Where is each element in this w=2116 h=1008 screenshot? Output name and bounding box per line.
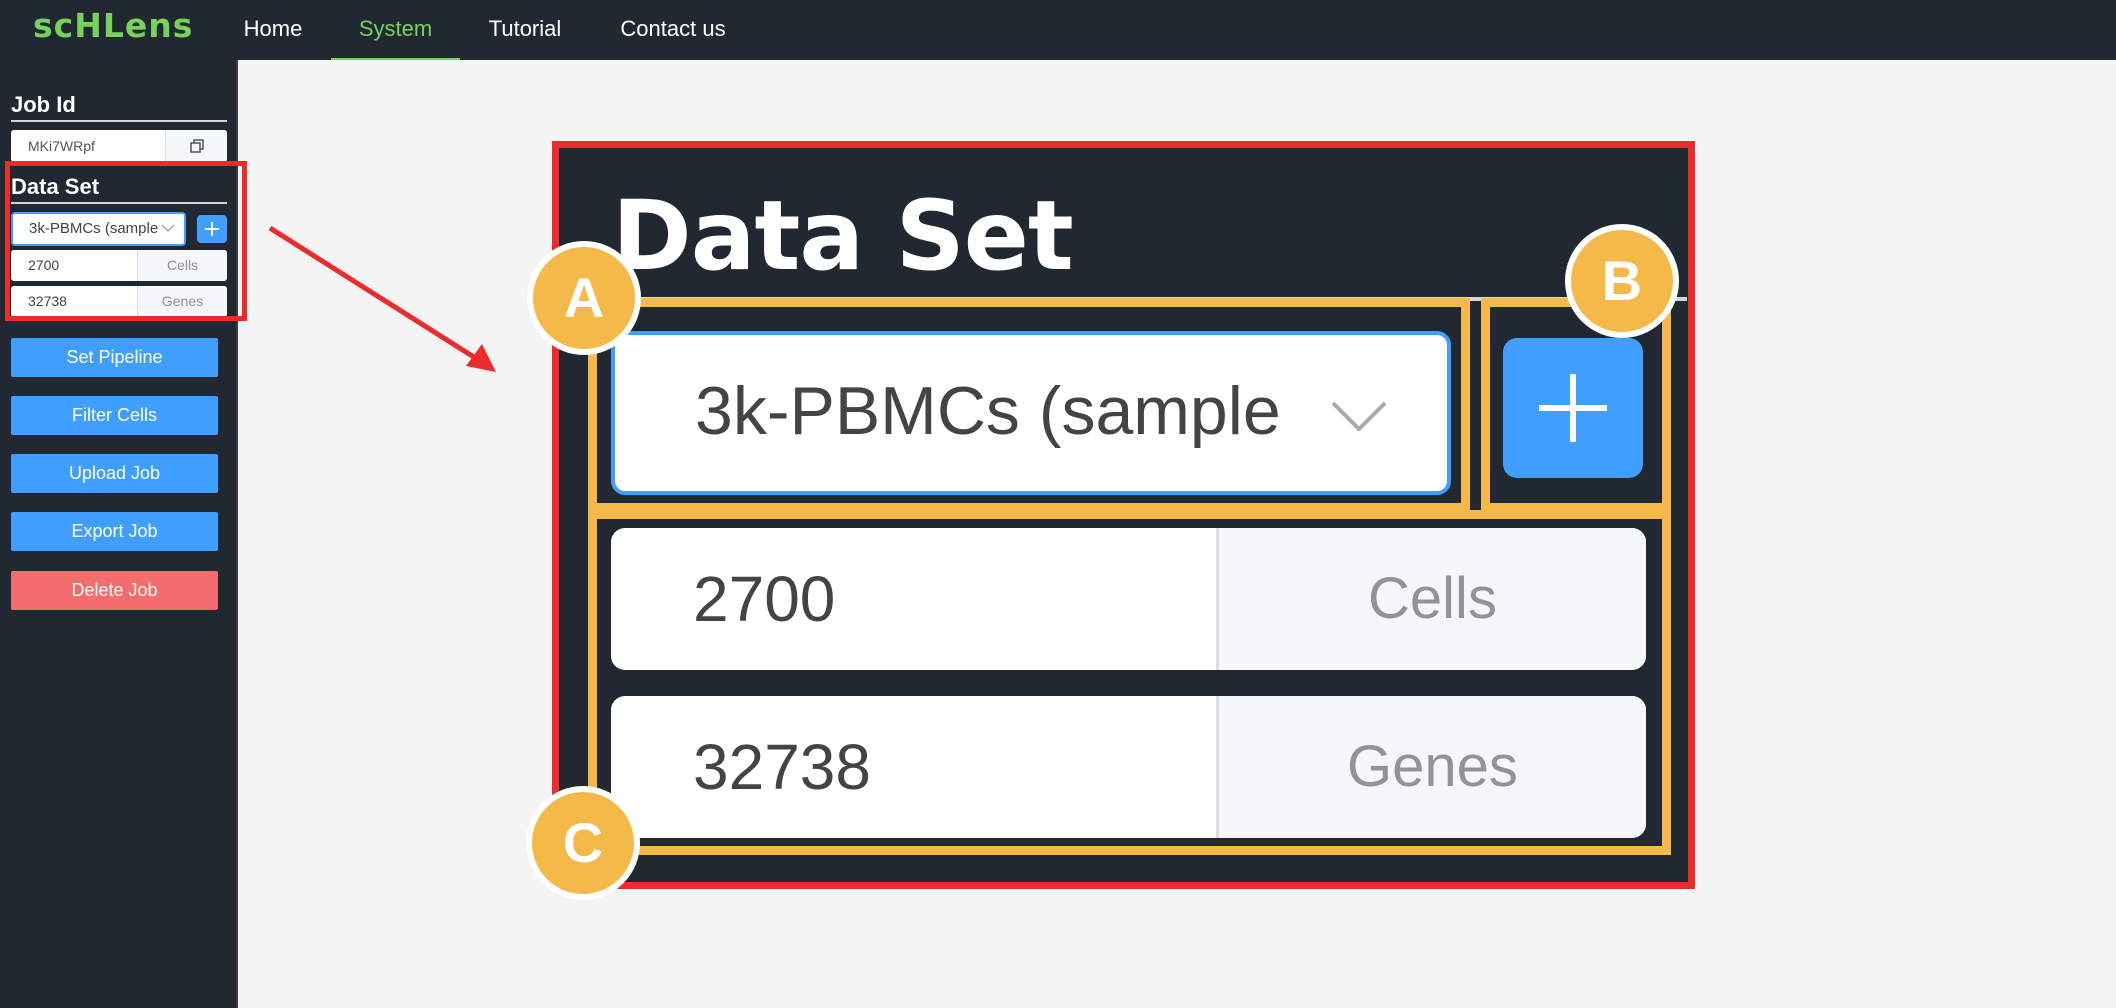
cells-count-field: 2700 Cells: [11, 250, 227, 281]
copy-button[interactable]: [165, 130, 227, 162]
job-id-heading: Job Id: [11, 92, 227, 122]
zoom-cells-count-field: 2700 Cells: [611, 528, 1646, 670]
cells-count-value: 2700: [28, 257, 60, 273]
copy-icon: [189, 139, 204, 153]
nav-tutorial[interactable]: Tutorial: [484, 0, 566, 60]
divider: [607, 297, 1687, 301]
nav-contact-us[interactable]: Contact us: [612, 0, 734, 60]
zoom-panel-title: Data Set: [612, 180, 1074, 292]
cells-unit-label: Cells: [137, 250, 227, 281]
zoom-cells-unit-label: Cells: [1216, 528, 1646, 670]
dataset-select-value: 3k-PBMCs (sample: [29, 220, 159, 237]
genes-unit-label: Genes: [137, 286, 227, 317]
callout-arrow-icon: [268, 225, 496, 372]
chevron-down-icon: [1331, 401, 1387, 431]
upload-job-button[interactable]: Upload Job: [11, 454, 218, 493]
set-pipeline-button[interactable]: Set Pipeline: [11, 338, 218, 377]
nav-system[interactable]: System: [331, 0, 460, 60]
zoom-cells-count-value: 2700: [693, 563, 836, 635]
callout-badge-c: C: [526, 786, 640, 900]
delete-job-button[interactable]: Delete Job: [11, 571, 218, 610]
plus-icon: [1539, 374, 1607, 442]
zoom-genes-unit-label: Genes: [1216, 696, 1646, 838]
job-id-value: MKi7WRpf: [28, 138, 95, 154]
app-logo[interactable]: scHLens: [33, 6, 193, 45]
sidebar: Job Id MKi7WRpf Data Set 3k-PBMCs (sampl…: [0, 60, 238, 1008]
filter-cells-button[interactable]: Filter Cells: [11, 396, 218, 435]
callout-badge-a: A: [527, 241, 641, 355]
export-job-button[interactable]: Export Job: [11, 512, 218, 551]
callout-badge-b: B: [1565, 224, 1679, 338]
job-id-field[interactable]: MKi7WRpf: [11, 130, 227, 162]
top-nav-bar: scHLens Home System Tutorial Contact us: [0, 0, 2116, 60]
add-dataset-button[interactable]: [197, 215, 227, 243]
zoom-dataset-select-value: 3k-PBMCs (sample: [695, 373, 1281, 449]
zoomed-dataset-panel: Data Set 3k-PBMCs (sample 2700 Cells 327…: [552, 141, 1695, 889]
nav-home[interactable]: Home: [240, 0, 306, 60]
plus-icon: [205, 222, 219, 236]
zoom-genes-count-field: 32738 Genes: [611, 696, 1646, 838]
chevron-down-icon: [161, 224, 175, 233]
dataset-select[interactable]: 3k-PBMCs (sample: [11, 212, 186, 246]
zoom-dataset-select[interactable]: 3k-PBMCs (sample: [611, 331, 1451, 495]
dataset-heading: Data Set: [11, 174, 227, 204]
genes-count-field: 32738 Genes: [11, 286, 227, 317]
genes-count-value: 32738: [28, 293, 67, 309]
zoom-add-dataset-button[interactable]: [1503, 338, 1643, 478]
zoom-genes-count-value: 32738: [693, 731, 871, 803]
